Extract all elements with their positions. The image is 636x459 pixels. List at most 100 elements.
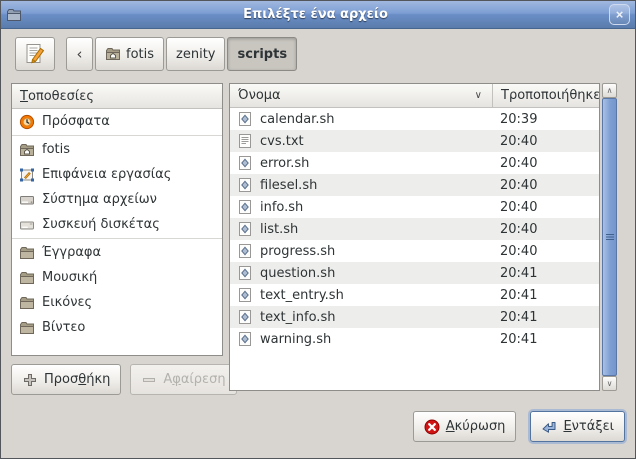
scroll-up-icon: ∧ (607, 86, 613, 95)
file-name: filesel.sh (260, 178, 317, 193)
file-modified: 20:40 (492, 200, 599, 215)
file-row-warning.sh[interactable]: warning.sh20:41 (230, 328, 599, 350)
ok-button[interactable]: Εντάξει (530, 411, 625, 442)
ok-label: Εντάξει (563, 419, 614, 434)
remove-place-label: Αφαίρεση (163, 372, 225, 387)
script-file-icon (237, 221, 253, 237)
titlebar[interactable]: Επιλέξτε ένα αρχείο × (1, 1, 635, 29)
plus-icon (22, 372, 38, 388)
place-item-label: Μουσική (42, 270, 97, 285)
places-list: Πρόσφατα fotis Επιφάνεια εργασίας Σύστημα α… (12, 109, 222, 340)
file-row-calendar.sh[interactable]: calendar.sh 20:39 (230, 108, 599, 130)
file-row-error.sh[interactable]: error.sh 20:40 (230, 152, 599, 174)
toolbar: ‹ fotis zenity scripts (15, 37, 297, 71)
column-header-modified[interactable]: Τροποποιήθηκε (492, 84, 599, 107)
script-file-icon (237, 177, 253, 193)
file-list-header: Όνομα ∨ Τροποποιήθηκε (230, 84, 599, 108)
back-button[interactable]: ‹ (66, 37, 93, 71)
place-item-label: Πρόσφατα (42, 114, 110, 129)
place-item-Βίντεο[interactable]: Βίντεο (12, 315, 222, 340)
place-item-label: Εικόνες (42, 295, 92, 310)
place-item-label: Συσκευή δισκέτας (42, 217, 160, 232)
file-name-cell: text_info.sh (230, 309, 492, 325)
scrollbar-thumb[interactable] (602, 98, 617, 376)
column-header-name[interactable]: Όνομα ∨ (230, 84, 492, 107)
file-name-cell: warning.sh (230, 331, 492, 347)
type-filename-button[interactable] (15, 37, 55, 71)
remove-place-button[interactable]: Αφαίρεση (130, 364, 236, 395)
file-row-list.sh[interactable]: list.sh20:40 (230, 218, 599, 240)
file-row-filesel.sh[interactable]: filesel.sh 20:40 (230, 174, 599, 196)
home-folder-icon (105, 46, 121, 62)
folder-icon (19, 295, 35, 311)
file-name: calendar.sh (260, 112, 334, 127)
ok-enter-arrow-icon (541, 419, 557, 435)
script-file-icon (237, 265, 253, 281)
file-modified: 20:40 (492, 156, 599, 171)
close-icon: × (616, 8, 624, 21)
floppy-drive-icon (19, 217, 35, 233)
vertical-scrollbar[interactable]: ∧ ∨ (602, 83, 617, 391)
breadcrumb-label: scripts (237, 47, 287, 62)
file-name: warning.sh (260, 332, 331, 347)
file-name-cell: question.sh (230, 265, 492, 281)
place-item-Σύστημα αρχείων[interactable]: Σύστημα αρχείων (12, 187, 222, 212)
file-row-progress.sh[interactable]: progress.sh20:40 (230, 240, 599, 262)
script-file-icon (237, 199, 253, 215)
file-row-text_info.sh[interactable]: text_info.sh20:41 (230, 306, 599, 328)
breadcrumb: fotis zenity scripts (95, 37, 297, 71)
file-row-info.sh[interactable]: info.sh 20:40 (230, 196, 599, 218)
file-name-cell: info.sh (230, 199, 492, 215)
folder-icon (19, 320, 35, 336)
place-item-Μουσική[interactable]: Μουσική (12, 265, 222, 290)
close-button[interactable]: × (609, 4, 630, 25)
script-file-icon (237, 309, 253, 325)
file-name: cvs.txt (260, 134, 304, 149)
file-modified: 20:40 (492, 244, 599, 259)
breadcrumb-scripts[interactable]: scripts (227, 37, 297, 71)
file-name: error.sh (260, 156, 309, 171)
folder-icon (19, 270, 35, 286)
file-modified: 20:39 (492, 112, 599, 127)
file-name-cell: filesel.sh (230, 177, 492, 193)
script-file-icon (237, 111, 253, 127)
place-item-Συσκευή δισκέτας[interactable]: Συσκευή δισκέτας (12, 212, 222, 237)
file-name-cell: calendar.sh (230, 111, 492, 127)
window-title: Επιλέξτε ένα αρχείο (22, 7, 609, 22)
script-file-icon (237, 243, 253, 259)
add-place-button[interactable]: Προσθήκη (11, 364, 121, 395)
scroll-down-icon: ∨ (607, 379, 613, 388)
text-file-icon (237, 133, 253, 149)
place-item-Πρόσφατα[interactable]: Πρόσφατα (12, 109, 222, 134)
recent-icon (19, 114, 35, 130)
file-modified: 20:41 (492, 288, 599, 303)
file-rows: calendar.sh20:39cvs.txt20:40error.sh20:4… (230, 108, 599, 350)
scroll-up-button[interactable]: ∧ (602, 83, 617, 98)
file-modified: 20:40 (492, 178, 599, 193)
file-modified: 20:40 (492, 222, 599, 237)
file-name: text_info.sh (260, 310, 335, 325)
file-name: info.sh (260, 200, 303, 215)
breadcrumb-label: fotis (126, 47, 154, 62)
file-row-cvs.txt[interactable]: cvs.txt20:40 (230, 130, 599, 152)
cancel-button[interactable]: Ακύρωση (413, 411, 517, 442)
place-item-label: Επιφάνεια εργασίας (42, 167, 171, 182)
scroll-down-button[interactable]: ∨ (602, 376, 617, 391)
compose-document-icon (23, 42, 47, 66)
file-row-question.sh[interactable]: question.sh20:41 (230, 262, 599, 284)
place-item-Επιφάνεια εργασίας[interactable]: Επιφάνεια εργασίας (12, 162, 222, 187)
file-chooser-dialog: Επιλέξτε ένα αρχείο × ‹ fotis zenity scrip… (0, 0, 636, 459)
file-name-cell: progress.sh (230, 243, 492, 259)
file-row-text_entry.sh[interactable]: text_entry.sh 20:41 (230, 284, 599, 306)
back-chevron-icon: ‹ (77, 45, 83, 63)
script-file-icon (237, 155, 253, 171)
place-item-Εικόνες[interactable]: Εικόνες (12, 290, 222, 315)
places-panel: Τοποθεσίες ΠρόσφαταfotisΕπιφάνεια εργασί… (11, 83, 223, 356)
breadcrumb-zenity[interactable]: zenity (166, 37, 225, 71)
places-separator (12, 135, 222, 136)
window-menu-folder-icon[interactable] (6, 7, 22, 23)
breadcrumb-fotis[interactable]: fotis (95, 37, 164, 71)
place-item-Έγγραφα[interactable]: Έγγραφα (12, 240, 222, 265)
place-item-fotis[interactable]: fotis (12, 137, 222, 162)
file-name: text_entry.sh (260, 288, 344, 303)
